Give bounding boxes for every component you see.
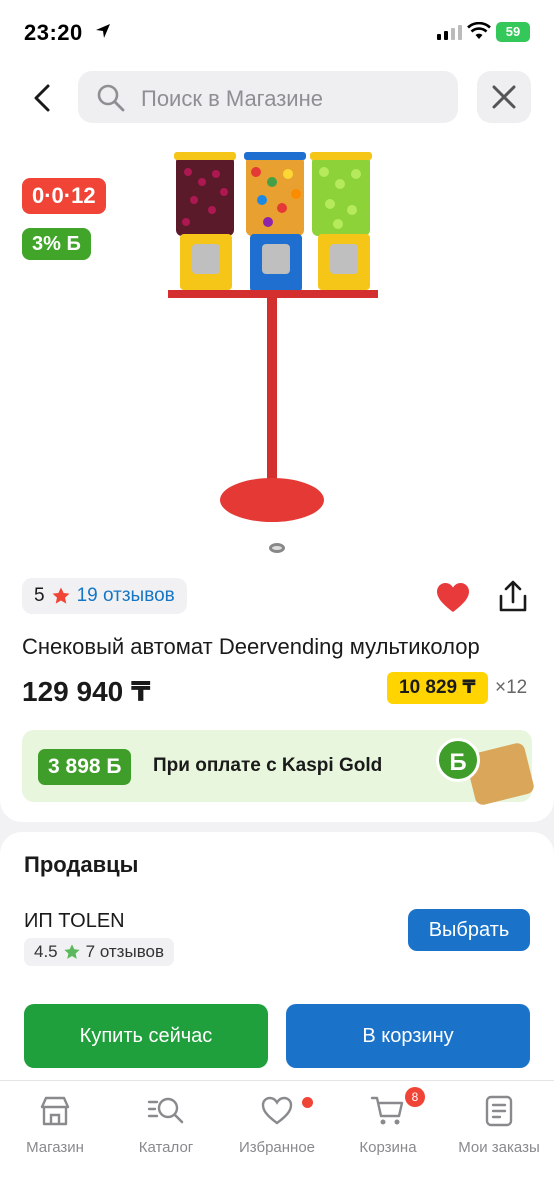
tab-orders[interactable]: Мои заказы (444, 1093, 554, 1156)
tab-label: Избранное (238, 1139, 316, 1156)
tab-bar: Магазин Каталог Избранное 8 Корзина Мои … (0, 1080, 554, 1200)
close-button[interactable] (477, 71, 531, 123)
close-icon (492, 85, 516, 109)
search-input[interactable]: Поиск в Магазине (78, 71, 458, 123)
status-time: 23:20 (24, 20, 83, 45)
tab-label: Каталог (138, 1139, 194, 1156)
buy-now-button[interactable]: Купить сейчас (24, 1004, 268, 1068)
tab-label: Мои заказы (458, 1139, 540, 1156)
back-arrow-icon[interactable] (26, 78, 58, 118)
sellers-heading: Продавцы (24, 852, 139, 877)
tab-cart[interactable]: 8 Корзина (333, 1087, 443, 1156)
seller-reviews: 7 отзывов (85, 942, 165, 961)
star-icon (52, 587, 70, 604)
reviews-link[interactable]: 19 отзывов (77, 585, 175, 607)
share-icon[interactable] (497, 580, 529, 614)
heart-icon (261, 1096, 293, 1125)
installment-price[interactable]: 10 829 ₸ (387, 672, 488, 704)
search-placeholder: Поиск в Магазине (141, 86, 323, 111)
star-icon (63, 944, 80, 959)
kaspi-gold-bonus: 3 898 Б (38, 749, 132, 785)
bonus-badge: 3% Б (22, 228, 91, 260)
seller-rating-value: 4.5 (34, 942, 58, 961)
add-to-cart-button[interactable]: В корзину (286, 1004, 530, 1068)
gallery-indicator (269, 543, 285, 553)
tab-store[interactable]: Магазин (0, 1093, 110, 1156)
status-bar: 23:20 59 (0, 0, 554, 64)
search-icon (97, 84, 125, 112)
tab-label: Магазин (26, 1139, 84, 1156)
catalog-search-icon (147, 1097, 184, 1124)
timer-badge: 0·0·12 (22, 178, 106, 214)
notification-dot (302, 1097, 313, 1108)
cellular-signal-icon (437, 25, 462, 40)
choose-seller-button[interactable]: Выбрать (408, 909, 530, 951)
tab-label: Корзина (359, 1139, 417, 1156)
rating-value: 5 (34, 585, 45, 606)
favorite-heart-icon[interactable] (436, 582, 470, 614)
product-image[interactable] (168, 152, 378, 532)
seller-name[interactable]: ИП TOLEN (24, 910, 125, 933)
cart-icon (370, 1096, 404, 1125)
tab-favorites[interactable]: Избранное (222, 1093, 332, 1156)
kaspi-gold-banner[interactable]: 3 898 Б При оплате с Kaspi Gold Б (22, 730, 536, 807)
product-title: Снековый автомат Deervending мультиколор (22, 634, 480, 659)
product-price: 129 940 ₸ (22, 676, 151, 707)
product-card: 0·0·12 3% Б 5 19 отзывов Снековый автома… (0, 132, 554, 822)
wifi-icon (467, 22, 491, 39)
kaspi-gold-text: При оплате с Kaspi Gold (153, 755, 383, 776)
orders-icon (485, 1095, 513, 1127)
installment-months: ×12 (495, 677, 528, 698)
battery-indicator: 59 (496, 22, 530, 42)
location-arrow-icon (96, 24, 110, 38)
rating-pill[interactable]: 5 19 отзывов (22, 578, 187, 614)
bonus-coin-icon: Б (436, 738, 480, 782)
seller-rating[interactable]: 4.5 7 отзывов (24, 938, 175, 966)
tab-catalog[interactable]: Каталог (111, 1093, 221, 1156)
top-bar: Поиск в Магазине (0, 64, 554, 132)
store-icon (40, 1096, 70, 1126)
cart-count-badge: 8 (405, 1087, 425, 1107)
